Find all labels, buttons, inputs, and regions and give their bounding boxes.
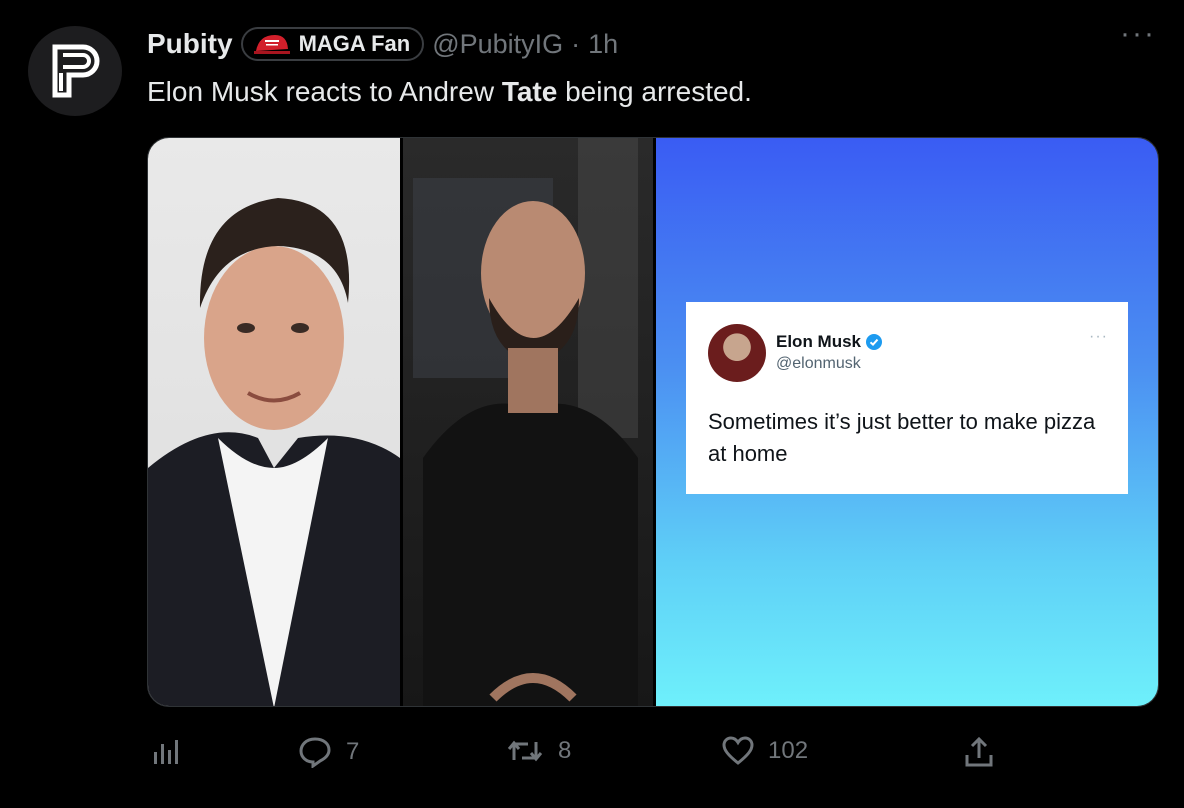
- author-avatar[interactable]: [28, 26, 122, 116]
- embedded-tweet-text: Sometimes it’s just better to make pizza…: [708, 409, 1096, 466]
- elon-avatar: [708, 324, 766, 382]
- reply-button[interactable]: 7: [298, 736, 359, 768]
- andrew-tate-photo: [403, 138, 653, 706]
- reply-icon: [299, 737, 331, 768]
- embedded-name-row: Elon Musk: [776, 332, 883, 352]
- share-button[interactable]: [964, 736, 994, 768]
- tweet-text: Elon Musk reacts to Andrew Tate being ar…: [147, 76, 752, 108]
- tweet-text-part: being arrested.: [557, 76, 752, 107]
- embedded-more-icon: ···: [1089, 328, 1108, 345]
- pubity-logo-icon: [52, 44, 100, 98]
- red-cap-icon: [253, 35, 290, 54]
- tweet-time[interactable]: 1h: [588, 29, 618, 60]
- author-name[interactable]: Pubity: [147, 28, 233, 60]
- author-handle[interactable]: @PubityIG: [432, 29, 563, 60]
- share-icon: [965, 736, 993, 767]
- embedded-tweet-card: Elon Musk @elonmusk ··· Sometimes it’s j…: [686, 302, 1128, 494]
- elon-musk-photo: [148, 138, 400, 706]
- heart-icon: [722, 736, 754, 765]
- tweet-header: Pubity MAGA Fan @PubityIG · 1h: [147, 18, 618, 70]
- badge-label: MAGA Fan: [298, 31, 411, 56]
- elon-musk-illustration: [148, 198, 400, 706]
- retweet-count: 8: [558, 737, 572, 764]
- retweet-icon: [507, 740, 543, 762]
- like-count: 102: [768, 737, 809, 764]
- tweet-actions: 7 8 102: [0, 730, 1184, 776]
- bar-chart-icon: [154, 740, 178, 764]
- tweet-media[interactable]: Elon Musk @elonmusk ··· Sometimes it’s j…: [147, 137, 1159, 707]
- quote-panel: Elon Musk @elonmusk ··· Sometimes it’s j…: [656, 138, 1158, 706]
- maga-fan-badge[interactable]: MAGA Fan: [240, 27, 425, 61]
- reply-count: 7: [346, 738, 360, 765]
- retweet-button[interactable]: 8: [506, 736, 571, 766]
- tweet-text-part: Elon Musk reacts to Andrew: [147, 76, 502, 107]
- embedded-author-handle: @elonmusk: [776, 355, 861, 372]
- andrew-tate-illustration: [413, 138, 638, 706]
- more-options-icon[interactable]: ···: [1120, 19, 1156, 49]
- analytics-button[interactable]: [152, 738, 180, 766]
- separator-dot: ·: [571, 28, 581, 59]
- tweet-text-bold: Tate: [501, 76, 558, 107]
- embedded-author-name: Elon Musk: [776, 332, 862, 351]
- like-button[interactable]: 102: [722, 736, 808, 766]
- verified-icon: [866, 334, 883, 350]
